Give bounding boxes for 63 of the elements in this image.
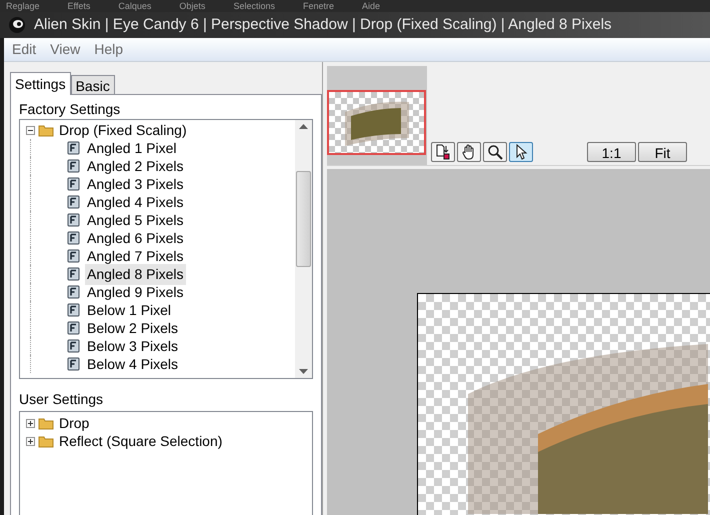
- host-menu-item[interactable]: Objets: [179, 1, 206, 11]
- document-swap-icon: [435, 144, 451, 160]
- preset-icon: [67, 176, 81, 192]
- tree-item[interactable]: Angled 5 Pixels: [85, 210, 186, 230]
- scroll-thumb[interactable]: [296, 171, 311, 267]
- tree-item[interactable]: Angled 9 Pixels: [85, 282, 186, 302]
- preset-icon: [67, 338, 81, 354]
- preset-icon: [67, 284, 81, 300]
- tree-item[interactable]: Below 2 Pixels: [85, 318, 180, 338]
- menu-item[interactable]: View: [50, 39, 80, 60]
- host-menu-item[interactable]: Reglage: [6, 1, 40, 11]
- tree-item[interactable]: Below 1 Pixel: [85, 300, 174, 320]
- tree-item[interactable]: Angled 2 Pixels: [85, 156, 186, 176]
- section-label: User Settings: [19, 391, 104, 407]
- folder-icon: [38, 416, 54, 430]
- app-logo-icon: [8, 16, 26, 34]
- tree-item[interactable]: Angled 7 Pixels: [85, 246, 186, 266]
- tree-item[interactable]: Angled 3 Pixels: [85, 174, 186, 194]
- tree-item[interactable]: Below 3 Pixels: [85, 336, 180, 356]
- tree-folder[interactable]: Drop (Fixed Scaling): [57, 120, 187, 140]
- preset-icon: [67, 266, 81, 282]
- preset-icon: [67, 212, 81, 228]
- menu-item[interactable]: Help: [94, 39, 124, 60]
- host-menu-item[interactable]: Effets: [68, 1, 90, 11]
- expand-icon[interactable]: [26, 436, 35, 446]
- expand-icon[interactable]: [26, 418, 35, 428]
- preset-icon: [67, 194, 81, 210]
- tree-folder[interactable]: Drop: [57, 412, 90, 434]
- tab[interactable]: Settings: [10, 72, 71, 95]
- folder-icon: [38, 434, 54, 448]
- preset-icon: [67, 302, 81, 318]
- search-icon: [487, 144, 503, 160]
- section-label: Factory Settings: [19, 101, 122, 117]
- tree-folder[interactable]: Reflect (Square Selection): [57, 430, 222, 452]
- folder-icon: [38, 124, 54, 136]
- menu-item[interactable]: Edit: [12, 39, 36, 60]
- tab[interactable]: Basic: [70, 75, 115, 95]
- scrollbar[interactable]: [295, 120, 312, 378]
- host-menu-item[interactable]: Fenetre: [302, 1, 334, 11]
- zoom-button[interactable]: Fit: [638, 142, 687, 162]
- window-title: Alien Skin | Eye Candy 6 | Perspective Shadow | Drop (Fixed Scaling) | Angled 8 Pixels: [34, 14, 612, 35]
- preset-icon: [67, 356, 81, 372]
- preset-icon: [67, 230, 81, 246]
- tree-item[interactable]: Below 4 Pixels: [85, 354, 180, 374]
- preset-icon: [67, 158, 81, 174]
- preset-icon: [67, 140, 81, 156]
- tool-button[interactable]: [431, 142, 455, 162]
- tool-button[interactable]: [483, 142, 507, 162]
- host-menu-item[interactable]: Calques: [118, 1, 152, 11]
- preset-icon: [67, 320, 81, 336]
- tree-item[interactable]: Angled 8 Pixels: [85, 264, 186, 284]
- collapse-icon[interactable]: [26, 126, 35, 134]
- tree-item[interactable]: Angled 6 Pixels: [85, 228, 186, 248]
- host-menu-item[interactable]: Aide: [362, 1, 380, 11]
- scroll-down-icon[interactable]: [299, 369, 308, 374]
- tool-button[interactable]: [457, 142, 481, 162]
- host-menu-item[interactable]: Selections: [233, 1, 275, 11]
- scroll-up-icon[interactable]: [299, 124, 308, 129]
- zoom-button[interactable]: 1:1: [587, 142, 636, 162]
- tree-item[interactable]: Angled 1 Pixel: [85, 138, 179, 158]
- preset-icon: [67, 248, 81, 264]
- tree-item[interactable]: Angled 4 Pixels: [85, 192, 186, 212]
- tool-button[interactable]: [509, 142, 533, 162]
